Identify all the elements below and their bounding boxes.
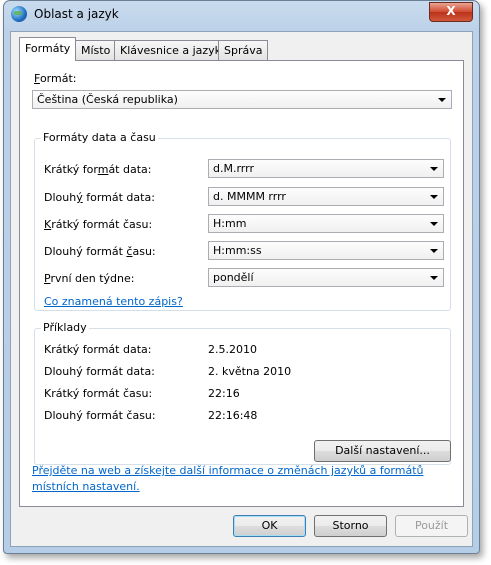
apply-button[interactable]: Použít [395,515,468,537]
example-long-time-value: 22:16:48 [208,409,258,422]
window-title: Oblast a jazyk [34,7,119,21]
tab-formaty[interactable]: Formáty [19,37,77,61]
long-date-value: d. MMMM rrrr [213,190,286,203]
short-time-value: H:mm [213,217,247,230]
first-day-label: První den týdne: [44,272,135,285]
long-time-dropdown[interactable]: H:mm:ss [208,241,444,260]
format-dropdown-value: Čeština (Česká republika) [37,93,178,106]
chevron-down-icon [430,167,438,171]
long-time-label: Dlouhý formát času: [44,245,156,258]
dialog-window: Oblast a jazyk X Formáty Místo Klávesnic… [3,0,480,554]
long-time-value: H:mm:ss [213,244,262,257]
chevron-down-icon [438,98,446,102]
example-long-time-label: Dlouhý formát času: [44,409,156,422]
short-time-dropdown[interactable]: H:mm [208,214,444,233]
format-dropdown[interactable]: Čeština (Česká republika) [32,90,452,109]
chevron-down-icon [430,276,438,280]
datetime-formats-title: Formáty data a času [41,131,158,144]
title-bar[interactable]: Oblast a jazyk X [4,1,479,29]
example-short-time-label: Krátký formát času: [44,387,153,400]
first-day-dropdown[interactable]: pondělí [208,268,444,287]
dialog-client: Formáty Místo Klávesnice a jazyky Správa… [10,31,473,547]
short-date-value: d.M.rrrr [213,162,254,175]
formats-tab-panel: Formát: Čeština (Česká republika) Formát… [19,60,464,507]
ok-button[interactable]: OK [233,515,306,537]
short-date-dropdown[interactable]: d.M.rrrr [208,159,444,178]
web-info-link-line1[interactable]: Přejděte na web a získejte další informa… [32,464,424,477]
close-button[interactable]: X [429,2,473,22]
first-day-value: pondělí [213,271,254,284]
examples-title: Příklady [41,321,89,334]
example-short-date-label: Krátký formát data: [44,343,152,356]
cancel-button[interactable]: Storno [314,515,387,537]
example-long-date-value: 2. května 2010 [208,365,292,378]
format-help-link[interactable]: Co znamená tento zápis? [44,295,183,308]
more-settings-button[interactable]: Další nastavení... [314,440,451,462]
example-long-date-label: Dlouhý formát data: [44,365,155,378]
short-date-label: Krátký formát data: [44,163,152,176]
short-time-label: Krátký formát času: [44,218,153,231]
long-date-label: Dlouhý formát data: [44,191,155,204]
tab-klavesnice-a-jazyky[interactable]: Klávesnice a jazyky [114,40,234,60]
tab-sprava[interactable]: Správa [218,40,269,60]
chevron-down-icon [430,195,438,199]
chevron-down-icon [430,222,438,226]
chevron-down-icon [430,249,438,253]
format-label: Formát: [34,72,77,85]
globe-icon [11,6,27,22]
long-date-dropdown[interactable]: d. MMMM rrrr [208,187,444,206]
example-short-time-value: 22:16 [208,387,240,400]
web-info-link-line2[interactable]: místních nastavení. [32,480,140,493]
tab-misto[interactable]: Místo [75,40,117,60]
example-short-date-value: 2.5.2010 [208,343,257,356]
